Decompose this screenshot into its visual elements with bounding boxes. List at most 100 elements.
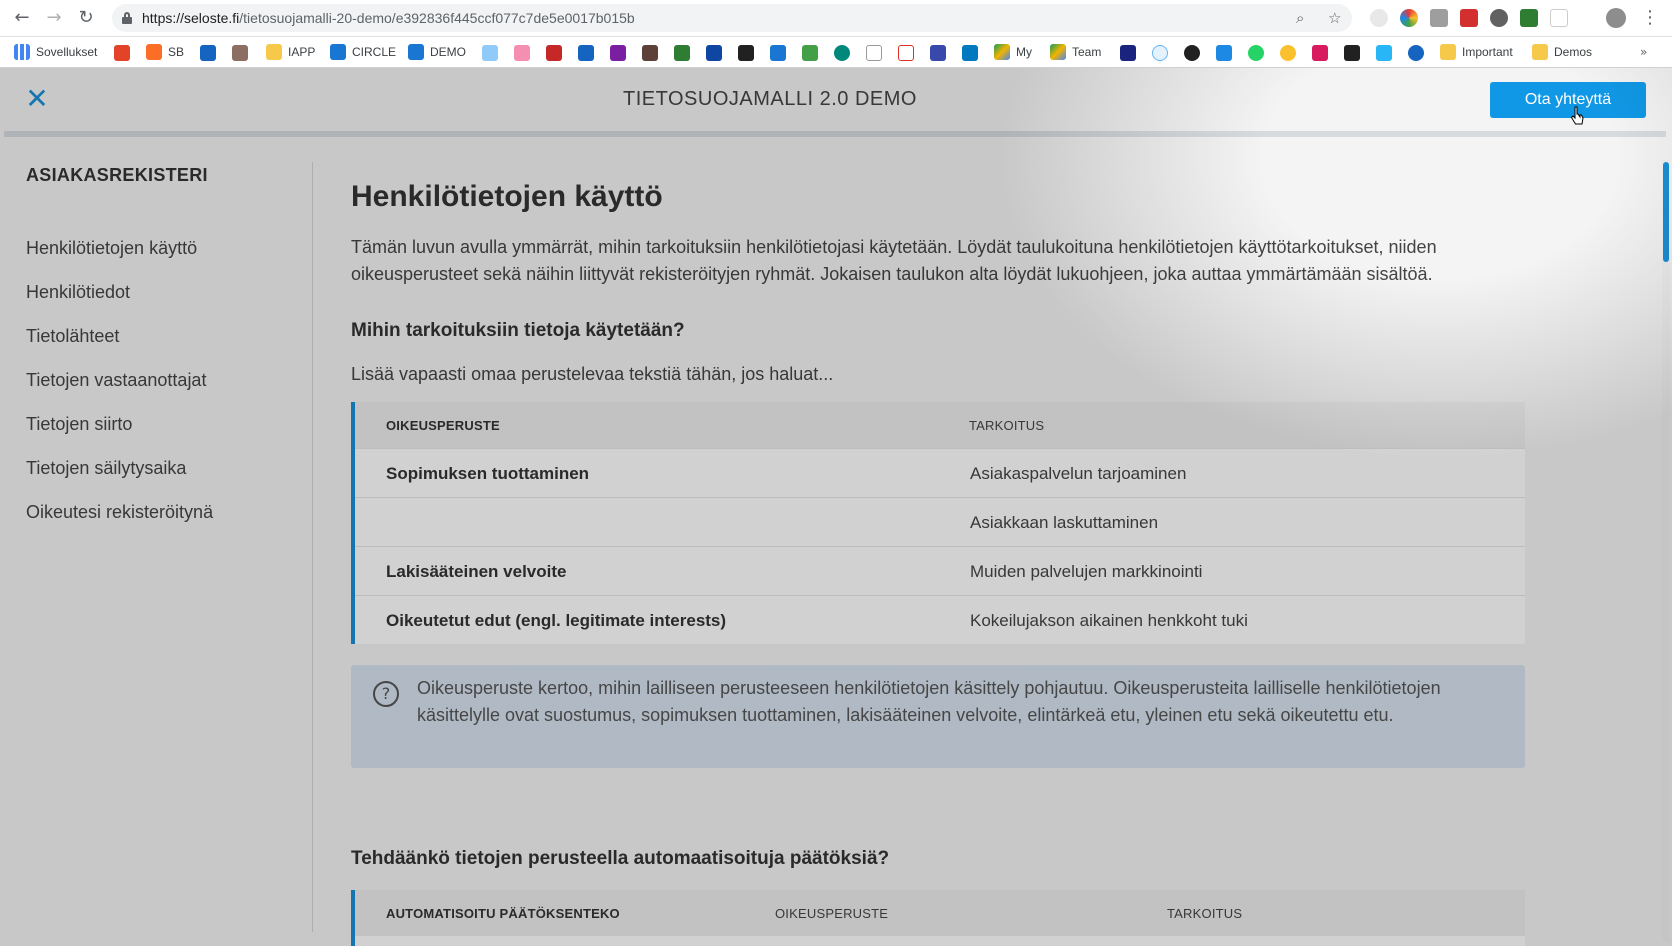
table-cell-basis: Sopimuksen tuottaminen: [386, 464, 590, 483]
whatsapp-icon[interactable]: [1248, 45, 1264, 61]
folder-icon: [1440, 44, 1456, 60]
extension-icon[interactable]: [1370, 9, 1388, 27]
sidebar-item-henkilotiedot[interactable]: Henkilötiedot: [26, 282, 130, 303]
bookmark-apps[interactable]: Sovellukset: [14, 43, 97, 61]
bookmark-demo[interactable]: DEMO: [408, 43, 466, 61]
bookmark-label: IAPP: [288, 45, 316, 59]
bookmark-my[interactable]: My: [994, 43, 1032, 61]
table-row: Lakisääteinen velvoite Muiden palvelujen…: [355, 546, 1525, 595]
bookmark-icon[interactable]: [1344, 45, 1360, 61]
mouse-pointer-icon: [1570, 106, 1584, 125]
url-domain: https://seloste.fi: [142, 10, 240, 26]
url-text: https://seloste.fi/tietosuojamalli-20-de…: [142, 10, 635, 26]
bookmark-label: Team: [1072, 45, 1102, 59]
extension-icon[interactable]: [1490, 9, 1508, 27]
drive-icon: [994, 44, 1010, 60]
zoom-icon[interactable]: ⌕: [1296, 9, 1304, 27]
bookmark-icon[interactable]: [1120, 45, 1136, 61]
page-title: TIETOSUOJAMALLI 2.0 DEMO: [623, 88, 917, 110]
calendar-icon[interactable]: [770, 45, 786, 61]
apps-icon: [14, 44, 30, 60]
bookmark-icon[interactable]: [1280, 45, 1296, 61]
bookmark-demos[interactable]: Demos: [1532, 43, 1592, 61]
gitlab-icon[interactable]: [114, 45, 130, 61]
sidebar-item-tietolahteet[interactable]: Tietolähteet: [26, 326, 119, 347]
contact-button[interactable]: Ota yhteyttä: [1490, 82, 1646, 118]
bookmark-icon[interactable]: [232, 45, 248, 61]
section-title: Henkilötietojen käyttö: [351, 180, 663, 213]
bookmark-label: CIRCLE: [352, 45, 397, 59]
column-header: AUTOMATISOITU PÄÄTÖKSENTEKO: [386, 906, 620, 921]
bookmark-icon[interactable]: [546, 45, 562, 61]
evernote-icon[interactable]: [674, 45, 690, 61]
omnibox[interactable]: https://seloste.fi/tietosuojamalli-20-de…: [112, 4, 1352, 32]
bookmark-icon[interactable]: [802, 45, 818, 61]
avatar[interactable]: [1606, 8, 1626, 28]
scrollbar[interactable]: [1662, 160, 1670, 942]
page: ✕ TIETOSUOJAMALLI 2.0 DEMO Ota yhteyttä …: [0, 68, 1672, 946]
document-icon[interactable]: [866, 45, 882, 61]
bookmark-icon[interactable]: [482, 45, 498, 61]
github-icon[interactable]: [1184, 45, 1200, 61]
bookmark-important[interactable]: Important: [1440, 43, 1513, 61]
table-cell-basis: Oikeutetut edut (engl. legitimate intere…: [386, 611, 727, 630]
menu-dots-icon[interactable]: ⋮: [1640, 8, 1660, 28]
bookmarks-bar: Sovellukset SB IAPP CIRCLE DEMO My Team: [0, 37, 1672, 68]
forward-icon[interactable]: →: [44, 8, 64, 28]
column-header: TARKOITUS: [969, 418, 1045, 433]
extension-icon[interactable]: [1430, 9, 1448, 27]
more-bookmarks-icon[interactable]: »: [1640, 43, 1647, 61]
bookmark-icon[interactable]: [642, 45, 658, 61]
extension-icon[interactable]: [1460, 9, 1478, 27]
table-cell-purpose: Muiden palvelujen markkinointi: [970, 562, 1203, 581]
sidebar-item-henkilotietojen-kaytto[interactable]: Henkilötietojen käyttö: [26, 238, 197, 259]
bookmark-icon[interactable]: [514, 45, 530, 61]
bookmark-icon[interactable]: [834, 45, 850, 61]
bookmark-icon[interactable]: [578, 45, 594, 61]
column-header: OIKEUSPERUSTE: [775, 906, 889, 921]
sidebar-item-tietojen-vastaanottajat[interactable]: Tietojen vastaanottajat: [26, 370, 206, 391]
bookmark-icon[interactable]: [1216, 45, 1232, 61]
bookmark-iapp[interactable]: IAPP: [266, 43, 315, 61]
scrollbar-thumb[interactable]: [1663, 162, 1669, 262]
page-header: ✕ TIETOSUOJAMALLI 2.0 DEMO Ota yhteyttä: [0, 68, 1672, 132]
trello-icon[interactable]: [962, 45, 978, 61]
gmail-icon[interactable]: [898, 45, 914, 61]
help-text: Oikeusperuste kertoo, mihin lailliseen p…: [417, 678, 1441, 725]
bookmark-icon[interactable]: [1376, 45, 1392, 61]
intro-text: Tämän luvun avulla ymmärrät, mihin tarko…: [351, 237, 1437, 284]
bookmark-label: Important: [1462, 45, 1513, 59]
bookmark-icon[interactable]: [930, 45, 946, 61]
bookmark-icon[interactable]: [1312, 45, 1328, 61]
bookmark-icon[interactable]: [1152, 45, 1168, 61]
extension-icon[interactable]: [1400, 9, 1418, 27]
bookmark-label: DEMO: [430, 45, 466, 59]
bookmark-sb[interactable]: SB: [146, 43, 184, 61]
flag-icon[interactable]: [1550, 9, 1568, 27]
sidebar-item-oikeutesi-rekisteroityna[interactable]: Oikeutesi rekisteröitynä: [26, 502, 213, 523]
reload-icon[interactable]: ↻: [76, 8, 96, 28]
automated-decisions-table: AUTOMATISOITU PÄÄTÖKSENTEKO OIKEUSPERUST…: [351, 890, 1525, 946]
bookmark-icon[interactable]: [1408, 45, 1424, 61]
url-path: /tietosuojamalli-20-demo/e392836f445ccf0…: [239, 10, 635, 26]
bookmark-label: SB: [168, 45, 185, 59]
extension-icon[interactable]: [1520, 9, 1538, 27]
table-cell-purpose: Asiakaspalvelun tarjoaminen: [970, 464, 1187, 483]
bookmark-team[interactable]: Team: [1050, 43, 1101, 61]
bookmark-icon[interactable]: [706, 45, 722, 61]
folder-icon: [266, 44, 282, 60]
gitlab-icon: [146, 44, 162, 60]
back-icon[interactable]: ←: [12, 8, 32, 28]
table-cell-basis: Lakisääteinen velvoite: [386, 562, 567, 581]
star-icon[interactable]: ☆: [1328, 9, 1341, 27]
sidebar-item-tietojen-siirto[interactable]: Tietojen siirto: [26, 414, 132, 435]
table-row: Oikeutetut edut (engl. legitimate intere…: [355, 595, 1525, 644]
bookmark-icon[interactable]: [610, 45, 626, 61]
bookmark-circle[interactable]: CIRCLE: [330, 43, 396, 61]
subsection-title-automated-decisions: Tehdäänkö tietojen perusteella automaati…: [351, 848, 890, 869]
bookmark-icon[interactable]: [738, 45, 754, 61]
purposes-table: OIKEUSPERUSTE TARKOITUS Sopimuksen tuott…: [351, 402, 1525, 644]
table-row: Sopimuksen tuottaminen Asiakaspalvelun t…: [355, 448, 1525, 497]
bookmark-icon[interactable]: [200, 45, 216, 61]
sidebar-item-tietojen-sailytysaika[interactable]: Tietojen säilytysaika: [26, 458, 186, 479]
